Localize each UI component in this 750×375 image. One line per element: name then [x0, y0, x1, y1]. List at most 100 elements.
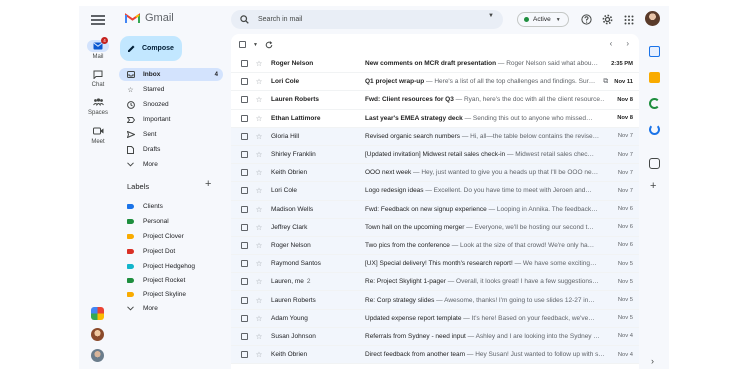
email-row[interactable]: ☆ Lauren, me 2 Re: Project Skylight 1-pager… — [231, 273, 639, 292]
gmail-logo[interactable]: Gmail — [125, 12, 174, 24]
email-row[interactable]: ☆ Roger Nelson Two pics from the conferenc… — [231, 236, 639, 256]
star-icon[interactable]: ☆ — [253, 114, 265, 123]
add-ons-icon[interactable] — [649, 158, 660, 169]
row-checkbox[interactable] — [240, 114, 248, 122]
select-dropdown-icon[interactable]: ▼ — [253, 42, 258, 48]
compose-button[interactable]: Compose — [120, 36, 182, 61]
hide-side-panel-button[interactable]: › — [651, 356, 654, 366]
email-row[interactable]: ☆ Jeffrey Clark Town hall on the upcoming … — [231, 218, 639, 237]
email-row[interactable]: ☆ Lauren Roberts Fwd: Client resources for… — [231, 91, 639, 110]
row-checkbox[interactable] — [240, 132, 248, 140]
star-icon[interactable]: ☆ — [253, 168, 265, 177]
row-checkbox[interactable] — [240, 169, 248, 177]
label-item[interactable]: Project Clover — [119, 230, 223, 243]
star-icon[interactable]: ☆ — [253, 77, 265, 86]
row-checkbox[interactable] — [240, 278, 248, 286]
search-input[interactable]: Search in mail — [258, 16, 302, 23]
email-row[interactable]: ☆ Raymond Santos [UX] Special delivery! Th… — [231, 255, 639, 274]
rail-item-meet[interactable]: Meet — [79, 125, 117, 145]
row-checkbox[interactable] — [240, 296, 248, 304]
main-menu-button[interactable] — [91, 15, 105, 25]
row-checkbox[interactable] — [240, 151, 248, 159]
label-item[interactable]: Project Hedgehog — [119, 260, 223, 273]
account-avatar[interactable] — [645, 11, 660, 26]
email-row[interactable]: ☆ Adam Young Updated expense report templa… — [231, 309, 639, 328]
add-label-button[interactable]: + — [205, 178, 211, 190]
email-row[interactable]: ☆ Roger Nelson New comments on MCR draft p… — [231, 55, 639, 74]
label-item[interactable]: Project Rocket — [119, 274, 223, 287]
rail-item-chat[interactable]: Chat — [79, 68, 117, 88]
calendar-icon[interactable] — [649, 46, 660, 57]
contact-avatar[interactable] — [91, 328, 104, 341]
labels-more[interactable]: More — [119, 302, 223, 315]
row-checkbox[interactable] — [240, 241, 248, 249]
star-icon[interactable]: ☆ — [253, 95, 265, 104]
star-icon[interactable]: ☆ — [253, 241, 265, 250]
refresh-icon[interactable] — [265, 40, 273, 49]
row-checkbox[interactable] — [240, 260, 248, 268]
star-icon[interactable]: ☆ — [253, 59, 265, 68]
nav-item-more[interactable]: More — [119, 158, 223, 171]
nav-item-sent[interactable]: Sent — [119, 128, 223, 141]
email-row[interactable]: ☆ Madison Wells Fwd: Feedback on new signu… — [231, 200, 639, 219]
email-row[interactable]: ☆ Keith Obrien OOO next week — Hey, just w… — [231, 164, 639, 183]
label-item[interactable]: Project Dot — [119, 245, 223, 258]
row-checkbox[interactable] — [240, 351, 248, 359]
select-all-checkbox[interactable] — [239, 41, 246, 48]
settings-button[interactable] — [602, 14, 613, 25]
email-row[interactable]: ☆ Keith Obrien Direct feedback from anothe… — [231, 346, 639, 365]
email-row[interactable]: ☆ Lauren Roberts Re: Corp strategy slides … — [231, 291, 639, 310]
email-row[interactable]: ☆ Lori Cole Logo redesign ideas — Excellen… — [231, 182, 639, 201]
nav-item-drafts[interactable]: Drafts — [119, 143, 223, 156]
email-row[interactable]: ☆ Ethan Lattimore Last year's EMEA strateg… — [231, 110, 639, 128]
nav-item-important[interactable]: Important — [119, 113, 223, 126]
rail-item-spaces[interactable]: Spaces — [79, 96, 117, 116]
row-checkbox[interactable] — [240, 78, 248, 86]
status-selector[interactable]: Active ▼ — [517, 12, 569, 27]
star-icon[interactable]: ☆ — [253, 150, 265, 159]
star-icon[interactable]: ☆ — [253, 223, 265, 232]
nav-item-inbox[interactable]: Inbox 4 — [119, 68, 223, 81]
apps-button[interactable] — [623, 14, 634, 25]
star-icon[interactable]: ☆ — [253, 205, 265, 214]
row-checkbox[interactable] — [240, 205, 248, 213]
search-icon[interactable] — [240, 15, 249, 24]
star-icon[interactable]: ☆ — [253, 277, 265, 286]
workspace-logo-icon[interactable] — [91, 307, 104, 320]
star-icon[interactable]: ☆ — [253, 350, 265, 359]
attachment-icon[interactable]: ⧉ — [603, 78, 608, 86]
star-icon[interactable]: ☆ — [253, 132, 265, 141]
row-checkbox[interactable] — [240, 223, 248, 231]
star-icon[interactable]: ☆ — [253, 186, 265, 195]
rail-item-mail[interactable]: 4 Mail — [79, 37, 117, 60]
star-icon[interactable]: ☆ — [253, 259, 265, 268]
star-icon[interactable]: ☆ — [253, 332, 265, 341]
email-row[interactable]: ☆ Gloria Hill Revised organic search numbe… — [231, 127, 639, 146]
phone-icon[interactable] — [649, 98, 660, 109]
row-checkbox[interactable] — [240, 314, 248, 322]
nav-item-snoozed[interactable]: Snoozed — [119, 98, 223, 111]
help-button[interactable] — [581, 14, 592, 25]
email-row[interactable]: ☆ Lori Cole Q1 project wrap-up — Here's a … — [231, 73, 639, 92]
search-bar[interactable]: Search in mail ▼ — [231, 10, 503, 29]
email-row[interactable]: ☆ Shirley Franklin [Updated invitation] Mi… — [231, 145, 639, 165]
star-icon[interactable]: ☆ — [253, 314, 265, 323]
contact-avatar[interactable] — [91, 349, 104, 362]
star-icon[interactable]: ☆ — [253, 296, 265, 305]
search-options-icon[interactable]: ▼ — [488, 13, 494, 19]
nav-item-starred[interactable]: ☆ Starred — [119, 83, 223, 96]
label-item[interactable]: Personal — [119, 215, 223, 228]
get-add-ons-button[interactable]: + — [650, 180, 656, 192]
keep-icon[interactable] — [649, 72, 660, 83]
row-checkbox[interactable] — [240, 187, 248, 195]
label-item[interactable]: Clients — [119, 200, 223, 213]
row-checkbox[interactable] — [240, 96, 248, 104]
row-checkbox[interactable] — [240, 60, 248, 68]
label-item[interactable]: Project Skyline — [119, 288, 223, 301]
older-page-button[interactable]: › — [626, 39, 629, 48]
tasks-icon[interactable] — [649, 124, 660, 135]
email-row[interactable]: ☆ Susan Johnson Referrals from Sydney - ne… — [231, 327, 639, 346]
app-rail: 4 Mail Chat Spaces Meet — [79, 6, 117, 369]
newer-page-button[interactable]: ‹ — [610, 39, 613, 48]
row-checkbox[interactable] — [240, 332, 248, 340]
